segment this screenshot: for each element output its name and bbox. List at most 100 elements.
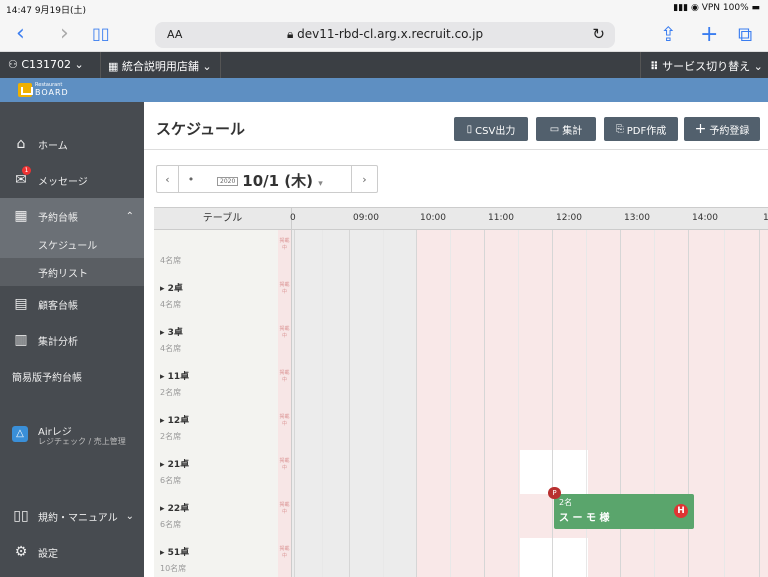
table-cell[interactable]: ▸ 11卓 2名席	[154, 362, 278, 406]
time-tick: 11:00	[488, 213, 514, 223]
table-cell[interactable]: ▸ 3卓 4名席	[154, 318, 278, 362]
open-slot[interactable]	[416, 362, 768, 406]
date-navigator: ‹ • 2020 10/1 (木) ▾ ›	[156, 165, 378, 193]
published-label: 掲載中	[279, 370, 290, 383]
status-indicators: ▮▮▮ ◉ VPN 100% ▬	[673, 3, 760, 13]
ios-status-bar: 14:47 9月19日(土) ▮▮▮ ◉ VPN 100% ▬	[0, 0, 768, 18]
book-icon: ▯▯	[13, 508, 29, 524]
add-reservation-button[interactable]: + 予約登録	[684, 117, 760, 141]
hour-line	[484, 230, 485, 577]
table-cell[interactable]: ▸ 2卓 4名席	[154, 274, 278, 318]
table-row[interactable]: 4名席 掲載中	[154, 230, 768, 274]
published-tag: 掲載中	[278, 450, 292, 494]
new-tab-icon[interactable]: +	[700, 22, 718, 47]
csv-export-button[interactable]: ▯ CSV出力	[454, 117, 528, 141]
open-slot[interactable]	[416, 406, 768, 450]
table-cell[interactable]: ▸ 22卓 6名席	[154, 494, 278, 538]
open-slot[interactable]	[416, 318, 768, 362]
bar-chart-icon: ▥	[14, 332, 28, 348]
published-label: 掲載中	[279, 282, 290, 295]
table-row[interactable]: ▸ 11卓 2名席 掲載中	[154, 362, 768, 406]
sidebar-item-label: 簡易版予約台帳	[12, 372, 82, 384]
table-name: ▸ 2卓	[160, 284, 183, 294]
table-cell[interactable]: 4名席	[154, 230, 278, 274]
home-icon: ⌂	[16, 136, 26, 152]
published-label: 掲載中	[279, 546, 290, 559]
summary-button[interactable]: ▭ 集計	[536, 117, 596, 141]
closed-slot	[292, 450, 416, 494]
divider	[640, 52, 641, 78]
hotpepper-icon: H	[674, 504, 688, 518]
open-slot[interactable]	[416, 450, 768, 494]
mail-icon: ✉ 1	[12, 166, 31, 188]
published-label: 掲載中	[279, 238, 290, 251]
account-selector[interactable]: ⚇ C131702 ⌄	[8, 58, 84, 71]
published-label: 掲載中	[279, 326, 290, 339]
next-day-button[interactable]: ›	[351, 166, 377, 192]
today-button[interactable]: •	[179, 166, 203, 192]
sidebar-item-label: ホーム	[38, 140, 68, 152]
closed-slot	[292, 494, 416, 538]
sidebar-item-reservation-list[interactable]: 予約リスト	[0, 258, 144, 286]
table-row[interactable]: ▸ 21卓 6名席 掲載中	[154, 450, 768, 494]
table-row[interactable]: ▸ 51卓 10名席 掲載中	[154, 538, 768, 577]
sidebar-item-reservation-book[interactable]: ▦ 予約台帳 ⌃	[0, 198, 144, 234]
sidebar-item-terms[interactable]: ▯▯ 規約・マニュアル ⌄	[0, 498, 144, 534]
hour-line	[294, 230, 295, 577]
party-size: 2名	[559, 498, 573, 507]
table-name: ▸ 22卓	[160, 504, 190, 514]
table-row[interactable]: ▸ 3卓 4名席 掲載中	[154, 318, 768, 362]
table-cell[interactable]: ▸ 21卓 6名席	[154, 450, 278, 494]
table-row[interactable]: ▸ 2卓 4名席 掲載中	[154, 274, 768, 318]
reservation-pin-icon: P	[548, 487, 561, 499]
sidebar-item-settings[interactable]: ⚙ 設定	[0, 534, 144, 570]
share-icon[interactable]: ⇪	[660, 22, 677, 46]
sidebar-item-customer-book[interactable]: ▤ 顧客台帳	[0, 286, 144, 322]
half-hour-line	[321, 230, 323, 577]
published-tag: 掲載中	[278, 494, 292, 538]
time-tick: 14:00	[692, 213, 718, 223]
date-picker[interactable]: 2020 10/1 (木) ▾	[217, 170, 323, 191]
sidebar-item-analytics[interactable]: ▥ 集計分析	[0, 322, 144, 358]
forward-icon[interactable]: ›	[60, 21, 69, 47]
sidebar-item-schedule[interactable]: スケジュール	[0, 230, 144, 258]
button-label: 集計	[562, 125, 583, 137]
plus-icon: +	[694, 121, 707, 137]
page-title: スケジュール	[156, 120, 245, 138]
chevron-down-icon: ▾	[318, 179, 323, 189]
service-switch-button[interactable]: ⠿ サービス切り替え ⌄	[650, 58, 763, 74]
table-cell[interactable]: ▸ 12卓 2名席	[154, 406, 278, 450]
sidebar-item-home[interactable]: ⌂ ホーム	[0, 126, 144, 162]
back-icon[interactable]: ‹	[16, 21, 25, 47]
published-tag: 掲載中	[278, 538, 292, 577]
reload-icon[interactable]: ↻	[592, 25, 605, 43]
available-slot[interactable]	[520, 538, 588, 577]
prev-day-button[interactable]: ‹	[157, 166, 179, 192]
table-row[interactable]: ▸ 12卓 2名席 掲載中	[154, 406, 768, 450]
lock-icon: 🔒︎	[286, 27, 294, 41]
sidebar-item-airregi[interactable]: △ Airレジ レジチェック / 売上管理	[0, 414, 144, 460]
tabs-icon[interactable]: ⧉	[738, 22, 752, 46]
open-slot[interactable]	[416, 230, 768, 274]
pdf-create-button[interactable]: ⎘ PDF作成	[604, 117, 678, 141]
sidebar-item-messages[interactable]: ✉ 1 メッセージ	[0, 162, 144, 198]
store-selector[interactable]: ▦ 統合説明用店舗 ⌄	[108, 58, 212, 74]
published-tag: 掲載中	[278, 362, 292, 406]
current-date: 10/1 (木)	[242, 172, 314, 190]
address-bar[interactable]: AA 🔒︎ dev11-rbd-cl.arg.x.recruit.co.jp ↻	[155, 22, 615, 48]
seat-count: 4名席	[160, 300, 182, 309]
table-name: ▸ 21卓	[160, 460, 190, 470]
open-slot[interactable]	[416, 274, 768, 318]
open-slot[interactable]	[416, 538, 768, 577]
hour-line	[552, 230, 553, 577]
published-label: 掲載中	[279, 458, 290, 471]
airregi-subtitle: レジチェック / 売上管理	[38, 437, 126, 446]
reservation-block[interactable]: 2名ス ー モ 様 H	[554, 494, 694, 529]
sidebar-item-simple-book[interactable]: 簡易版予約台帳	[0, 358, 144, 394]
table-cell[interactable]: ▸ 51卓 10名席	[154, 538, 278, 577]
summary-icon: ▭	[549, 123, 560, 135]
sidebar-item-label: 予約リスト	[38, 268, 88, 280]
published-label: 掲載中	[279, 502, 290, 515]
bookmarks-icon[interactable]: ▯▯	[92, 21, 110, 47]
restaurant-board-logo[interactable]: Restaurant BOARD	[18, 82, 69, 98]
